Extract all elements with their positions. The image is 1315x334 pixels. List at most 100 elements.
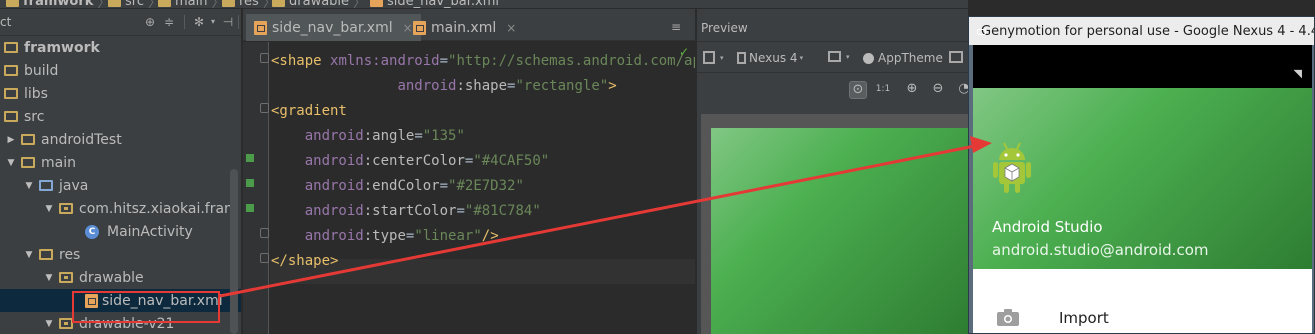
tree-item[interactable]: build — [0, 59, 241, 82]
breadcrumb-separator: 〉 — [353, 0, 367, 9]
hide-icon[interactable]: ⊣ — [222, 16, 234, 28]
collapse-arrow-icon[interactable]: ▼ — [44, 204, 54, 214]
preview-title: Preview — [701, 21, 748, 35]
nav-drawer-header: Android Studio android.studio@android.co… — [973, 88, 1312, 269]
project-scrollbar[interactable] — [230, 169, 238, 334]
theme-icon — [863, 52, 874, 64]
expand-arrow-icon[interactable]: ▶ — [6, 135, 16, 145]
breadcrumb-label: src — [125, 0, 144, 9]
project-toolbar: ct ⊕ ≑ ✻ ▾ ⊣ — [0, 9, 241, 36]
target-icon[interactable]: ⊕ — [144, 16, 156, 28]
collapse-arrow-icon[interactable]: ▼ — [24, 250, 34, 260]
collapse-arrow-icon[interactable]: ▼ — [6, 158, 16, 168]
code-token: android — [304, 153, 364, 169]
code-token: </shape> — [271, 253, 339, 269]
breadcrumb-item[interactable]: drawable 〉 — [272, 0, 367, 9]
tree-item-label: MainActivity — [107, 223, 193, 240]
breadcrumb-label: framwork — [23, 0, 94, 9]
android-icon — [993, 142, 1031, 193]
zoom-in-icon[interactable]: ⊕ — [903, 81, 921, 99]
collapse-arrow-icon[interactable]: ▼ — [44, 273, 54, 283]
collapse-arrow-icon[interactable]: ▼ — [24, 181, 34, 191]
folder-icon — [272, 0, 285, 7]
project-view-selector[interactable]: ct — [0, 15, 11, 29]
tree-item[interactable]: ▼ com.hitsz.xiaokai.fram — [0, 197, 241, 220]
fold-marker[interactable] — [260, 53, 269, 63]
code-token: :angle — [363, 128, 415, 144]
code-token: "#81C784" — [464, 203, 541, 219]
tree-item[interactable]: ▶ androidTest — [0, 128, 241, 151]
collapse-icon[interactable]: ≑ — [163, 16, 175, 28]
orientation-button[interactable]: ▾ — [828, 51, 850, 62]
phone-icon — [737, 52, 746, 64]
tree-item[interactable]: libs — [0, 82, 241, 105]
tree-item[interactable]: ▼ drawable — [0, 266, 241, 289]
breadcrumb-item[interactable]: main 〉 — [158, 0, 225, 8]
code-token: android — [304, 228, 364, 244]
device-frame-button[interactable]: ▾ — [703, 51, 724, 64]
emulator-screen[interactable]: ◥ Android Studio android.studio@android.… — [973, 45, 1312, 333]
code-token: "135" — [422, 128, 465, 144]
zoom-out-icon[interactable]: ⊖ — [929, 81, 947, 99]
code-token: "#2E7D32" — [448, 178, 524, 194]
zoom-actual-icon[interactable]: 1:1 — [874, 81, 892, 99]
genymotion-title: Genymotion for personal use - Google Nex… — [981, 23, 1315, 39]
code-token: = — [439, 178, 449, 194]
rotate-icon — [828, 51, 841, 62]
code-token: android — [397, 78, 457, 94]
tab-side-nav-bar[interactable]: side_nav_bar.xml × — [246, 14, 421, 41]
fold-marker[interactable] — [260, 253, 269, 263]
tree-item[interactable]: src — [0, 105, 241, 128]
layout-button[interactable] — [949, 51, 966, 63]
tree-item[interactable]: ▼ res — [0, 243, 241, 266]
tree-item[interactable]: framwork — [0, 36, 241, 59]
genymotion-titlebar[interactable]: Genymotion for personal use - Google Nex… — [969, 17, 1315, 45]
tree-item[interactable]: C MainActivity — [0, 220, 241, 243]
code-token: = — [456, 203, 465, 219]
code-token: xmlns:android — [330, 53, 440, 69]
zoom-toolbar: ⊙ 1:1 ⊕ ⊖ ◔ — [697, 74, 968, 104]
code-line: android:startColor="#81C784" — [271, 199, 541, 224]
code-token: android — [304, 178, 364, 194]
breadcrumb-item[interactable]: side_nav_bar.xml — [370, 0, 500, 9]
tab-main[interactable]: main.xml × — [405, 14, 524, 41]
folder-icon — [21, 134, 35, 145]
breadcrumb-item[interactable]: res 〉 — [222, 0, 276, 9]
device-selector[interactable]: Nexus 4 ▾ — [737, 51, 803, 65]
code-token: /> — [481, 228, 499, 244]
refresh-icon[interactable]: ◔ — [955, 81, 968, 99]
collapse-arrow-icon[interactable]: ▼ — [44, 319, 54, 329]
breadcrumb-item[interactable]: framwork 〉 — [6, 0, 110, 9]
gear-dropdown-icon[interactable]: ▾ — [207, 16, 219, 28]
camera-icon — [997, 309, 1019, 326]
menu-item-import[interactable]: Import — [973, 299, 1312, 333]
theme-selector[interactable]: AppTheme — [863, 51, 943, 65]
tree-item-label: res — [59, 246, 81, 263]
tree-item[interactable]: ▼ java — [0, 174, 241, 197]
breadcrumb-item[interactable]: src 〉 — [108, 0, 161, 9]
folder-icon — [4, 88, 18, 99]
layout-icon — [949, 51, 963, 63]
breadcrumb-label: side_nav_bar.xml — [387, 0, 500, 9]
breadcrumb-label: res — [239, 0, 259, 9]
code-token: android — [304, 128, 364, 144]
drawer-user-email: android.studio@android.com — [992, 241, 1209, 259]
tab-list-icon[interactable]: ≡ — [671, 20, 681, 34]
gear-icon[interactable]: ✻ — [193, 16, 205, 28]
zoom-fit-icon[interactable]: ⊙ — [849, 81, 867, 99]
code-line: </shape> — [271, 249, 338, 274]
breadcrumb: framwork 〉 src 〉 main 〉 res 〉 drawable 〉 side_nav_… — [0, 0, 968, 9]
tree-item[interactable]: ▼ main — [0, 151, 241, 174]
fold-marker[interactable] — [260, 228, 269, 238]
folder-icon — [222, 0, 235, 7]
xml-file-icon — [370, 0, 383, 7]
fold-marker[interactable] — [260, 103, 269, 113]
close-icon[interactable]: × — [506, 21, 516, 35]
code-token: = — [439, 53, 449, 69]
folder-icon — [4, 111, 18, 122]
